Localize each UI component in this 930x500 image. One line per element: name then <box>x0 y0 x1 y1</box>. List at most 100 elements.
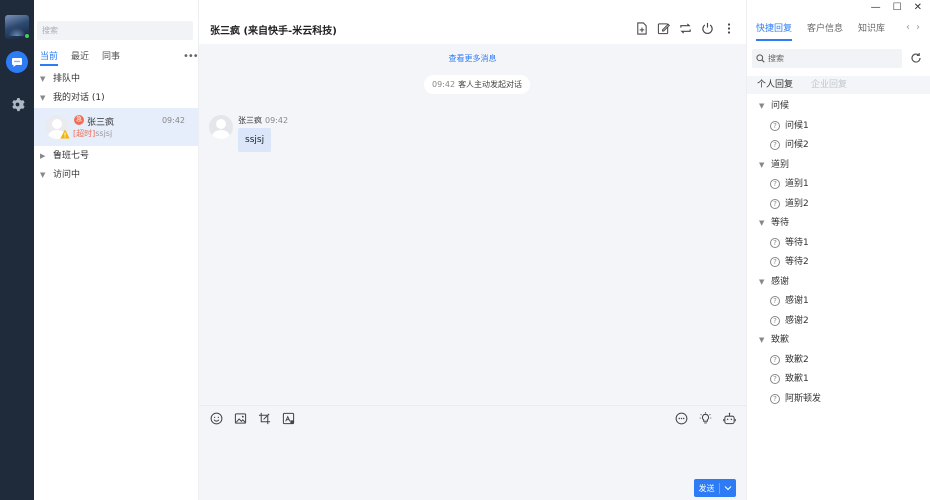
reply-item[interactable]: ? 感谢2 <box>770 314 809 328</box>
settings-nav-button[interactable] <box>9 96 25 112</box>
right-panel: — ☐ ✕ 快捷回复 客户信息 知识库 ‹ › 个人回复 企业回复 ▼ 问候? 问候… <box>746 0 930 500</box>
load-more-messages-link[interactable]: 查看更多消息 <box>199 53 746 64</box>
app-rail <box>0 0 34 500</box>
search-icon <box>756 54 765 63</box>
header-actions <box>634 21 736 35</box>
more-options-icon[interactable]: ••• <box>183 51 199 62</box>
file-image-icon <box>282 412 294 424</box>
group-visiting[interactable]: ▼ 访问中 <box>40 167 80 183</box>
reply-item-label: 致歉1 <box>785 374 809 384</box>
chevron-right-icon[interactable]: › <box>916 22 920 33</box>
screenshot-button[interactable] <box>257 411 271 425</box>
question-icon: ? <box>770 140 780 150</box>
reply-item[interactable]: ? 致歉2 <box>770 353 809 367</box>
reply-item[interactable]: ? 问候2 <box>770 138 809 152</box>
right-tabs: 快捷回复 客户信息 知识库 <box>756 22 900 41</box>
new-ticket-button[interactable] <box>634 21 648 35</box>
power-icon <box>701 22 713 34</box>
reply-group[interactable]: ▼ 感谢 <box>759 275 789 289</box>
chevron-left-icon[interactable]: ‹ <box>906 22 910 33</box>
tips-button[interactable] <box>698 411 712 425</box>
online-status-dot <box>24 33 30 39</box>
system-message-time: 09:42 <box>432 80 456 89</box>
end-chat-button[interactable] <box>700 21 714 35</box>
group-queue[interactable]: ▼ 排队中 <box>40 71 80 87</box>
reply-subtabs: 个人回复 企业回复 <box>747 76 930 94</box>
transfer-button[interactable] <box>678 21 692 35</box>
edit-icon <box>657 22 670 34</box>
tab-colleagues[interactable]: 同事 <box>102 50 120 66</box>
message-bubble: ssjsj <box>238 128 272 152</box>
reply-search-input[interactable] <box>768 54 898 63</box>
conversation-preview: [超时]ssjsj <box>73 128 112 139</box>
subtab-enterprise[interactable]: 企业回复 <box>801 76 855 94</box>
reply-item-label: 感谢1 <box>785 296 809 306</box>
edit-button[interactable] <box>656 21 670 35</box>
reply-group[interactable]: ▼ 致歉 <box>759 333 789 347</box>
ellipsis-circle-icon <box>675 412 687 424</box>
crop-icon <box>258 412 270 424</box>
reply-item[interactable]: ? 道别1 <box>770 177 809 191</box>
tab-scroll-arrows: ‹ › <box>906 22 920 33</box>
emoji-button[interactable] <box>209 411 223 425</box>
tab-knowledge-base[interactable]: 知识库 <box>858 22 885 41</box>
reply-item-label: 等待2 <box>785 257 809 267</box>
file-button[interactable] <box>281 411 295 425</box>
refresh-icon[interactable] <box>910 52 922 64</box>
minimize-icon[interactable]: — <box>871 2 881 13</box>
more-vertical-button[interactable] <box>722 21 736 35</box>
group-team[interactable]: ▶ 鲁班七号 <box>40 148 89 164</box>
reply-item[interactable]: ? 致歉1 <box>770 372 809 386</box>
question-icon: ? <box>770 257 780 267</box>
conversation-name: 张三疯 <box>87 118 115 128</box>
send-options-dropdown[interactable] <box>720 485 736 491</box>
reply-item[interactable]: ? 阿斯顿发 <box>770 392 821 406</box>
reply-item[interactable]: ? 问候1 <box>770 119 809 133</box>
reply-group[interactable]: ▼ 问候 <box>759 99 789 113</box>
caret-down-icon: ▼ <box>759 160 765 169</box>
file-add-icon <box>636 21 647 35</box>
question-icon: ? <box>770 354 780 365</box>
caret-right-icon: ▶ <box>40 152 46 160</box>
reply-group[interactable]: ▼ 等待 <box>759 216 789 230</box>
conversation-item[interactable]: 急 张三疯 09:42 [超时]ssjsj <box>34 108 198 146</box>
timeout-tag: [超时] <box>73 129 96 138</box>
sender-avatar <box>209 115 233 139</box>
message-composer[interactable]: 发送 <box>199 405 746 500</box>
send-button[interactable]: 发送 <box>694 479 736 497</box>
tab-recent[interactable]: 最近 <box>71 50 89 66</box>
group-mine-label: 我的对话 (1) <box>53 93 105 103</box>
question-icon: ? <box>770 374 780 384</box>
chat-nav-button[interactable] <box>6 51 28 73</box>
group-my-conversations[interactable]: ▼ 我的对话 (1) <box>40 90 105 106</box>
reply-group-label: 等待 <box>771 218 790 228</box>
chat-title: 张三疯 (来自快手-米云科技) <box>210 26 337 37</box>
tab-current[interactable]: 当前 <box>40 50 59 66</box>
reply-item[interactable]: ? 感谢1 <box>770 294 809 308</box>
subtab-personal[interactable]: 个人回复 <box>747 76 801 94</box>
reply-group-label: 致歉 <box>771 335 790 345</box>
reply-item-label: 问候1 <box>785 120 809 131</box>
reply-item-label: 道别1 <box>785 179 809 189</box>
tab-customer-info[interactable]: 客户信息 <box>807 22 843 41</box>
reply-item-label: 阿斯顿发 <box>785 393 822 404</box>
reply-group-label: 问候 <box>771 101 790 111</box>
robot-button[interactable] <box>722 411 736 425</box>
reply-item[interactable]: ? 等待1 <box>770 236 809 250</box>
caret-down-icon: ▼ <box>759 219 765 227</box>
gear-icon <box>11 97 25 111</box>
question-icon: ? <box>770 296 780 306</box>
maximize-icon[interactable]: ☐ <box>893 2 902 13</box>
reply-group[interactable]: ▼ 道别 <box>759 158 789 172</box>
tab-quick-replies[interactable]: 快捷回复 <box>756 22 793 41</box>
caret-down-icon: ▼ <box>40 94 46 102</box>
quick-phrase-button[interactable] <box>674 411 688 425</box>
caret-down-icon: ▼ <box>759 336 765 344</box>
conversation-search-input[interactable] <box>37 21 193 40</box>
close-icon[interactable]: ✕ <box>914 2 922 13</box>
image-button[interactable] <box>233 411 247 425</box>
composer-tools-left <box>209 411 295 425</box>
reply-item-label: 致歉2 <box>785 354 809 365</box>
reply-item[interactable]: ? 等待2 <box>770 255 809 269</box>
reply-item[interactable]: ? 道别2 <box>770 197 809 211</box>
